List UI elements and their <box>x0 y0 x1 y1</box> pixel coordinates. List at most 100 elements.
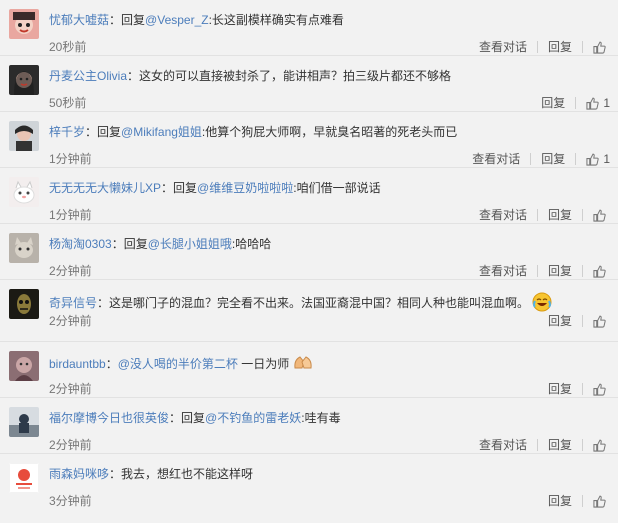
thumbs-up-icon <box>593 439 606 452</box>
view-conversation-button[interactable]: 查看对话 <box>462 152 530 166</box>
comment-time: 2分钟前 <box>49 438 92 452</box>
username-link[interactable]: 奇异信号 <box>49 296 97 310</box>
thumbs-up-icon <box>586 97 599 110</box>
mention-link[interactable]: @没人喝的半价第二杯 <box>118 357 238 371</box>
comment-content: 奇异信号：这是哪门子的混血？完全看不出来。法国亚裔混中国？相同人种也能叫混血啊。 <box>49 292 608 316</box>
reply-prefix: 回复 <box>97 125 122 139</box>
comment-text: 我去，想红也不能这样呀 <box>121 467 254 481</box>
thumbs-up-icon <box>593 265 606 278</box>
mention-link[interactable]: @Vesper_Z <box>145 13 209 27</box>
view-conversation-button[interactable]: 查看对话 <box>469 264 537 278</box>
comment-content: 梓千岁：回复@Mikifang姐姐:他算个狗屁大师啊，早就臭名昭著的死老头而已 <box>49 125 458 139</box>
reply-prefix: 回复 <box>123 237 148 251</box>
username-link[interactable]: birdauntbb <box>49 357 106 371</box>
like-button[interactable] <box>583 383 610 396</box>
username-link[interactable]: 丹麦公主Olivia <box>49 69 127 83</box>
avatar[interactable] <box>9 177 39 207</box>
reply-button[interactable]: 回复 <box>538 264 582 278</box>
comment-content: 福尔摩博今日也很英俊：回复@不钓鱼的雷老妖:哇有毒 <box>49 411 341 425</box>
comment-actions: 回复 <box>538 313 610 329</box>
view-conversation-button[interactable]: 查看对话 <box>469 40 537 54</box>
avatar[interactable] <box>9 351 39 381</box>
comment-time: 50秒前 <box>49 96 87 110</box>
comment-text: :哇有毒 <box>301 411 341 425</box>
comment-content: 无无无无大懒妹儿XP：回复@维维豆奶啦啦啦:咱们借一部说话 <box>49 181 381 195</box>
comment-time: 1分钟前 <box>49 208 92 222</box>
username-link[interactable]: 忧郁大嘘菇 <box>49 13 109 27</box>
mention-link[interactable]: @Mikifang姐姐 <box>121 125 202 139</box>
reply-button[interactable]: 回复 <box>538 494 582 508</box>
comment-actions: 查看对话 回复 <box>469 437 610 453</box>
comment-content: 丹麦公主Olivia：这女的可以直接被封杀了，能讲相声？拍三级片都还不够格 <box>49 69 452 83</box>
comment-content: birdauntbb：@没人喝的半价第二杯 一日为师 <box>49 354 608 376</box>
comment-actions: 回复 1 <box>531 95 610 111</box>
like-button[interactable] <box>583 495 610 508</box>
like-button[interactable] <box>583 439 610 452</box>
mention-link[interactable]: @维维豆奶啦啦啦 <box>197 181 293 195</box>
thumbs-up-icon <box>593 315 606 328</box>
comment-content: 雨森妈咪哆：我去，想红也不能这样呀 <box>49 467 254 481</box>
comment-text: 一日为师 <box>237 357 290 372</box>
comment-item: 杨淘淘0303：回复@长腿小姐姐哦:哈哈哈 2分钟前 查看对话 回复 <box>0 224 618 280</box>
like-count: 1 <box>603 96 610 110</box>
avatar[interactable] <box>9 9 39 39</box>
comment-time: 2分钟前 <box>49 382 92 396</box>
comment-actions: 回复 <box>538 381 610 397</box>
thumbs-up-icon <box>593 41 606 54</box>
comment-time: 20秒前 <box>49 40 87 54</box>
reply-prefix: 回复 <box>173 181 198 195</box>
avatar[interactable] <box>9 289 39 319</box>
comment-actions: 查看对话 回复 <box>469 39 610 55</box>
thumbs-up-icon <box>593 209 606 222</box>
comment-text: :咱们借一部说话 <box>293 181 381 195</box>
username-link[interactable]: 杨淘淘0303 <box>49 237 112 251</box>
reply-button[interactable]: 回复 <box>538 314 582 328</box>
reply-prefix: 回复 <box>121 13 146 27</box>
avatar[interactable] <box>9 65 39 95</box>
reply-button[interactable]: 回复 <box>538 208 582 222</box>
comment-text: :哈哈哈 <box>231 237 272 251</box>
reply-button[interactable]: 回复 <box>531 96 575 110</box>
comment-item: 雨森妈咪哆：我去，想红也不能这样呀 3分钟前 回复 <box>0 454 618 511</box>
comment-item: birdauntbb：@没人喝的半价第二杯 一日为师 2分钟前 回复 <box>0 342 618 398</box>
comment-list: 忧郁大嘘菇：回复@Vesper_Z:长这副模样确实有点难看 20秒前 查看对话 … <box>0 0 618 523</box>
avatar[interactable] <box>9 233 39 263</box>
comment-text: :他算个狗屁大师啊，早就臭名昭著的死老头而已 <box>201 125 458 139</box>
like-button[interactable]: 1 <box>576 96 610 110</box>
mention-link[interactable]: @不钓鱼的雷老妖 <box>205 411 301 425</box>
comment-time: 3分钟前 <box>49 494 92 508</box>
avatar[interactable] <box>9 407 39 437</box>
username-link[interactable]: 无无无无大懒妹儿XP <box>49 181 161 195</box>
comment-text: :长这副模样确实有点难看 <box>208 13 344 27</box>
like-button[interactable]: 1 <box>576 152 610 166</box>
comment-content: 忧郁大嘘菇：回复@Vesper_Z:长这副模样确实有点难看 <box>49 13 344 27</box>
avatar[interactable] <box>9 121 39 151</box>
mention-link[interactable]: @长腿小姐姐哦 <box>148 237 232 251</box>
like-button[interactable] <box>583 41 610 54</box>
username-link[interactable]: 福尔摩博今日也很英俊 <box>49 411 169 425</box>
username-link[interactable]: 雨森妈咪哆 <box>49 467 109 481</box>
comment-time: 2分钟前 <box>49 264 92 278</box>
comment-item: 奇异信号：这是哪门子的混血？完全看不出来。法国亚裔混中国？相同人种也能叫混血啊。… <box>0 280 618 342</box>
reply-prefix: 回复 <box>181 411 206 425</box>
comment-actions: 查看对话 回复 <box>469 207 610 223</box>
comment-item: 忧郁大嘘菇：回复@Vesper_Z:长这副模样确实有点难看 20秒前 查看对话 … <box>0 0 618 56</box>
comment-time: 1分钟前 <box>49 152 92 166</box>
reply-button[interactable]: 回复 <box>538 40 582 54</box>
username-link[interactable]: 梓千岁 <box>49 125 85 139</box>
comment-text: 这女的可以直接被封杀了，能讲相声？拍三级片都还不够格 <box>139 69 452 83</box>
reply-button[interactable]: 回复 <box>538 438 582 452</box>
comment-content: 杨淘淘0303：回复@长腿小姐姐哦:哈哈哈 <box>49 237 272 251</box>
comment-item: 无无无无大懒妹儿XP：回复@维维豆奶啦啦啦:咱们借一部说话 1分钟前 查看对话 … <box>0 168 618 224</box>
reply-button[interactable]: 回复 <box>531 152 575 166</box>
like-count: 1 <box>603 152 610 166</box>
like-button[interactable] <box>583 265 610 278</box>
view-conversation-button[interactable]: 查看对话 <box>469 438 537 452</box>
like-button[interactable] <box>583 209 610 222</box>
view-conversation-button[interactable]: 查看对话 <box>469 208 537 222</box>
avatar[interactable] <box>9 463 39 493</box>
thumbs-up-icon <box>593 495 606 508</box>
like-button[interactable] <box>583 315 610 328</box>
reply-button[interactable]: 回复 <box>538 382 582 396</box>
comment-item: 梓千岁：回复@Mikifang姐姐:他算个狗屁大师啊，早就臭名昭著的死老头而已 … <box>0 112 618 168</box>
